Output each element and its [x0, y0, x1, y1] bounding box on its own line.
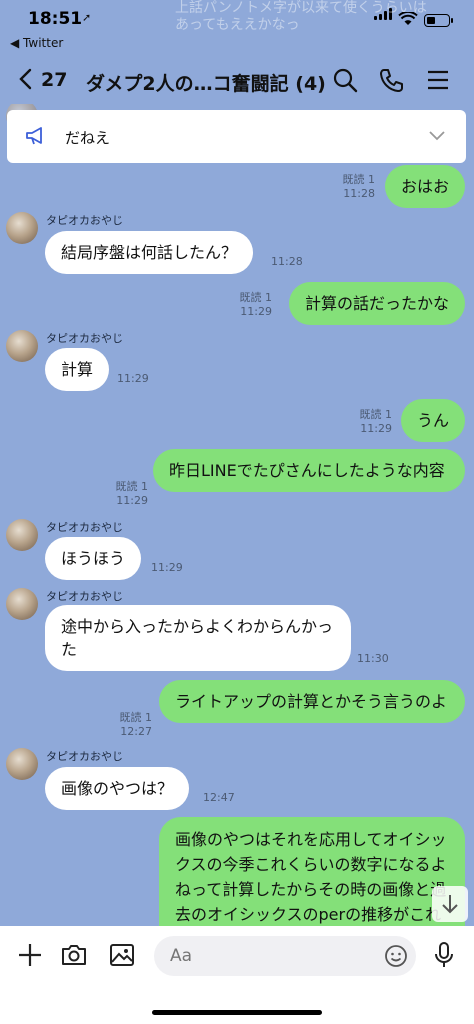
sender-name: タピオカおやじ — [46, 214, 123, 227]
avatar[interactable] — [6, 330, 38, 362]
chat-title[interactable]: ダメプ2人の…コ奮闘記 (4) — [86, 69, 326, 96]
outgoing-message[interactable]: 昨日LINEでたぴさんにしたような内容 — [153, 449, 465, 492]
image-icon[interactable] — [108, 941, 136, 973]
avatar[interactable] — [6, 748, 38, 780]
back-to-app-link[interactable]: ◀ Twitter — [10, 36, 63, 50]
top-area: 18:51 ➚ ◀ Twitter 上話パンノトメ字が以来て使くうらいはあっても… — [0, 0, 474, 104]
message-time: 11:29 — [151, 561, 183, 574]
message-time: 11:28 — [271, 255, 303, 268]
message-input-box[interactable] — [154, 936, 416, 976]
outgoing-message[interactable]: 計算の話だったかな — [288, 282, 465, 325]
sender-name: タピオカおやじ — [46, 750, 123, 763]
outgoing-message[interactable]: うん — [400, 399, 465, 442]
message-time: 12:27 — [120, 725, 152, 738]
emoji-icon[interactable] — [384, 944, 408, 972]
unread-count[interactable]: 27 — [41, 69, 67, 91]
message-input[interactable] — [170, 944, 370, 968]
message-time: 11:30 — [357, 652, 389, 665]
sender-name: タピオカおやじ — [46, 590, 123, 603]
avatar[interactable] — [6, 519, 38, 551]
phone-icon[interactable] — [377, 66, 405, 94]
microphone-icon[interactable] — [432, 941, 456, 973]
message-time: 11:29 — [116, 494, 148, 507]
status-bar: 18:51 ➚ ◀ Twitter 上話パンノトメ字が以来て使くうらいはあっても… — [0, 0, 474, 50]
location-arrow-icon: ➚ — [82, 11, 92, 24]
incoming-message[interactable]: 計算 — [45, 348, 110, 391]
message-meta: 既読 1 12:27 — [120, 711, 153, 739]
chevron-down-icon[interactable] — [428, 126, 446, 145]
sender-name: タピオカおやじ — [46, 521, 123, 534]
pinned-text: だねえ — [65, 129, 111, 147]
menu-icon[interactable] — [424, 66, 452, 94]
chat-header: 27 ダメプ2人の…コ奮闘記 (4) — [0, 60, 474, 100]
message-time: 11:28 — [343, 187, 375, 200]
incoming-message[interactable]: 結局序盤は何話したん？ — [45, 231, 254, 274]
sender-name: タピオカおやじ — [46, 332, 123, 345]
read-receipt: 既読 1 — [239, 291, 273, 304]
status-time: 18:51 — [28, 9, 83, 29]
read-receipt: 既読 1 — [115, 480, 149, 493]
avatar[interactable] — [6, 588, 38, 620]
avatar[interactable] — [6, 212, 38, 244]
message-time: 12:47 — [203, 791, 235, 804]
back-chevron-icon[interactable] — [18, 68, 32, 96]
message-meta: 既読 1 11:29 — [360, 408, 393, 436]
plus-icon[interactable] — [16, 941, 44, 973]
outgoing-message[interactable]: おはお — [384, 165, 465, 208]
megaphone-icon — [25, 126, 47, 150]
message-meta: 既読 1 11:29 — [240, 291, 273, 319]
read-receipt: 既読 1 — [342, 173, 376, 186]
outgoing-message[interactable]: ライトアップの計算とかそう言うのよ — [159, 680, 465, 723]
home-indicator — [152, 1010, 322, 1015]
pinned-announcement[interactable]: だねえ — [7, 110, 466, 163]
read-receipt: 既読 1 — [359, 408, 393, 421]
message-time: 11:29 — [240, 305, 272, 318]
incoming-message[interactable]: 途中から入ったからよくわからんかった — [45, 605, 351, 671]
message-time: 11:29 — [117, 372, 149, 385]
message-meta: 既読 1 11:28 — [343, 173, 376, 201]
background-ghost-text: 上話パンノトメ字が以来て使くうらいはあってもええかなっ — [175, 0, 427, 33]
search-icon[interactable] — [331, 66, 359, 94]
message-input-bar — [0, 926, 474, 1024]
incoming-message[interactable]: ほうほう — [45, 537, 142, 580]
camera-icon[interactable] — [60, 941, 88, 973]
scroll-down-button[interactable] — [432, 886, 468, 922]
message-meta: 既読 1 11:29 — [116, 480, 149, 508]
read-receipt: 既読 1 — [119, 711, 153, 724]
incoming-message[interactable]: 画像のやつは？ — [45, 767, 190, 810]
message-time: 11:29 — [360, 422, 392, 435]
